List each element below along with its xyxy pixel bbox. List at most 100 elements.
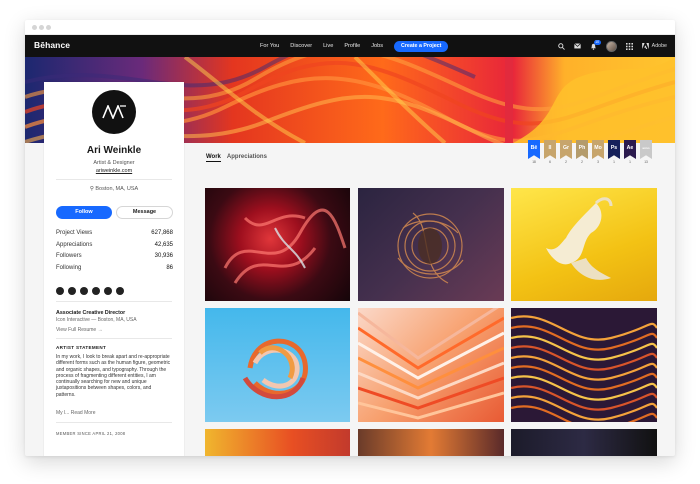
divider bbox=[56, 422, 172, 423]
adobe-link[interactable]: Adobe bbox=[641, 43, 667, 49]
project-tile-warped-stripe-pattern[interactable] bbox=[511, 308, 657, 422]
follow-button[interactable]: Follow bbox=[56, 206, 112, 219]
create-project-button[interactable]: Create a Project bbox=[394, 40, 449, 52]
stat-label: Following bbox=[56, 264, 82, 271]
messages-icon[interactable] bbox=[573, 43, 581, 49]
nav-discover[interactable]: Discover bbox=[290, 43, 312, 49]
award-count: 13 bbox=[644, 160, 648, 164]
twitter-icon[interactable] bbox=[56, 287, 64, 295]
tab-appreciations[interactable]: Appreciations bbox=[227, 154, 267, 162]
award-count: 1 bbox=[629, 160, 631, 164]
profile-role: Artist & Designer bbox=[93, 160, 135, 166]
divider bbox=[56, 179, 172, 180]
award-graphic-design[interactable]: Gr 2 bbox=[560, 140, 572, 164]
award-count: 2 bbox=[581, 160, 583, 164]
user-avatar[interactable] bbox=[605, 40, 617, 52]
award-ribbon: Mo bbox=[592, 140, 604, 159]
profile-location: ⚲ Boston, MA, USA bbox=[44, 186, 184, 192]
award-ribbon: anno bbox=[640, 140, 652, 159]
profile-avatar[interactable] bbox=[92, 90, 136, 134]
project-tile-partial-3[interactable] bbox=[511, 429, 657, 456]
linkedin-icon[interactable] bbox=[92, 287, 100, 295]
nav-for-you[interactable]: For You bbox=[260, 43, 279, 49]
project-tile-folded-paper-fan[interactable] bbox=[358, 308, 504, 422]
nav-profile[interactable]: Profile bbox=[344, 43, 360, 49]
search-icon[interactable] bbox=[557, 42, 565, 50]
adobe-icon bbox=[641, 43, 649, 49]
stat-row[interactable]: Following 86 bbox=[56, 265, 173, 277]
artist-statement-text: In my work, I look to break apart and re… bbox=[56, 354, 171, 398]
award-ribbon: Ae bbox=[624, 140, 636, 159]
stat-row[interactable]: Followers 30,936 bbox=[56, 253, 173, 265]
awards-ribbons: Bē 18 Il 6 Gr 2 Ph 2 Mo 3 Ps 1 Ae 1 anno 13 bbox=[528, 140, 652, 164]
stat-value: 86 bbox=[166, 264, 173, 271]
location-text: Boston, MA, USA bbox=[95, 186, 139, 192]
profile-name: Ari Weinkle bbox=[86, 145, 142, 156]
artist-statement-heading: ARTIST STATEMENT bbox=[56, 345, 107, 350]
browser-window: Bēhance For You Discover Live Profile Jo… bbox=[25, 20, 675, 456]
award-motion[interactable]: Mo 3 bbox=[592, 140, 604, 164]
award-behance[interactable]: Bē 18 bbox=[528, 140, 540, 164]
profile-sidebar: Ari Weinkle Artist & Designer ariweinkle… bbox=[44, 82, 184, 456]
tab-work[interactable]: Work bbox=[206, 154, 221, 162]
read-more-row: My l... Read More bbox=[56, 410, 95, 416]
dribbble-icon[interactable] bbox=[80, 287, 88, 295]
nav-live[interactable]: Live bbox=[323, 43, 333, 49]
divider bbox=[56, 301, 172, 302]
instagram-icon[interactable] bbox=[68, 287, 76, 295]
notification-badge: 10 bbox=[593, 39, 601, 45]
stat-row[interactable]: Appreciations 42,635 bbox=[56, 242, 173, 254]
profile-website-link[interactable]: ariweinkle.com bbox=[44, 168, 184, 174]
notifications-icon[interactable]: 10 bbox=[590, 39, 601, 50]
social-links bbox=[56, 287, 124, 295]
award-count: 1 bbox=[613, 160, 615, 164]
vimeo-icon[interactable] bbox=[104, 287, 112, 295]
project-tile-partial-2[interactable] bbox=[358, 429, 504, 456]
project-tile-swirling-ribbon-on-blue[interactable] bbox=[205, 308, 350, 422]
award-anno[interactable]: anno 13 bbox=[640, 140, 652, 164]
stat-row: Project Views 627,868 bbox=[56, 230, 173, 242]
nav-links: For You Discover Live Profile Jobs Creat… bbox=[260, 35, 449, 57]
window-dot[interactable] bbox=[39, 25, 44, 30]
award-after-effects[interactable]: Ae 1 bbox=[624, 140, 636, 164]
project-tile-copper-fractal-bloom[interactable] bbox=[358, 188, 504, 301]
award-count: 18 bbox=[532, 160, 536, 164]
app-grid-icon[interactable] bbox=[625, 42, 633, 50]
pinterest-icon[interactable] bbox=[116, 287, 124, 295]
stat-label: Project Views bbox=[56, 230, 93, 236]
stat-label: Followers bbox=[56, 253, 82, 259]
window-dot[interactable] bbox=[46, 25, 51, 30]
stat-value: 30,936 bbox=[154, 253, 173, 259]
project-tile-partial-1[interactable] bbox=[205, 429, 350, 456]
award-ribbon: Ps bbox=[608, 140, 620, 159]
behance-logo[interactable]: Bēhance bbox=[34, 40, 70, 50]
award-illustration[interactable]: Il 6 bbox=[544, 140, 556, 164]
award-ribbon: Il bbox=[544, 140, 556, 159]
award-count: 6 bbox=[549, 160, 551, 164]
window-dot[interactable] bbox=[32, 25, 37, 30]
arrow-right-icon: → bbox=[97, 327, 103, 333]
stat-value: 627,868 bbox=[151, 230, 173, 236]
view-resume-link[interactable]: View Full Resume → bbox=[56, 327, 103, 333]
award-count: 2 bbox=[565, 160, 567, 164]
project-tile-red-glossy-sculpture[interactable] bbox=[205, 188, 350, 301]
divider bbox=[56, 338, 172, 339]
member-since: MEMBER SINCE APRIL 21, 2008 bbox=[56, 431, 126, 436]
read-more-link[interactable]: Read More bbox=[71, 410, 96, 416]
nav-utilities: 10 Adobe bbox=[557, 35, 667, 57]
window-chrome bbox=[25, 20, 675, 35]
profile-tabs: Work Appreciations bbox=[206, 154, 267, 162]
message-button[interactable]: Message bbox=[116, 206, 173, 219]
project-grid bbox=[205, 188, 657, 456]
job-company: Icon Interactive — Boston, MA, USA bbox=[56, 317, 137, 323]
top-navigation: Bēhance For You Discover Live Profile Jo… bbox=[25, 35, 675, 57]
stat-value: 42,635 bbox=[154, 241, 173, 248]
award-photoshop[interactable]: Ps 1 bbox=[608, 140, 620, 164]
award-ribbon: Gr bbox=[560, 140, 572, 159]
profile-stats: Project Views 627,868 Appreciations 42,635… bbox=[56, 230, 173, 276]
award-photography[interactable]: Ph 2 bbox=[576, 140, 588, 164]
resume-label: View Full Resume bbox=[56, 327, 97, 333]
nav-jobs[interactable]: Jobs bbox=[371, 43, 383, 49]
project-tile-cream-figure-on-yellow[interactable] bbox=[511, 188, 657, 301]
adobe-label: Adobe bbox=[651, 43, 667, 49]
